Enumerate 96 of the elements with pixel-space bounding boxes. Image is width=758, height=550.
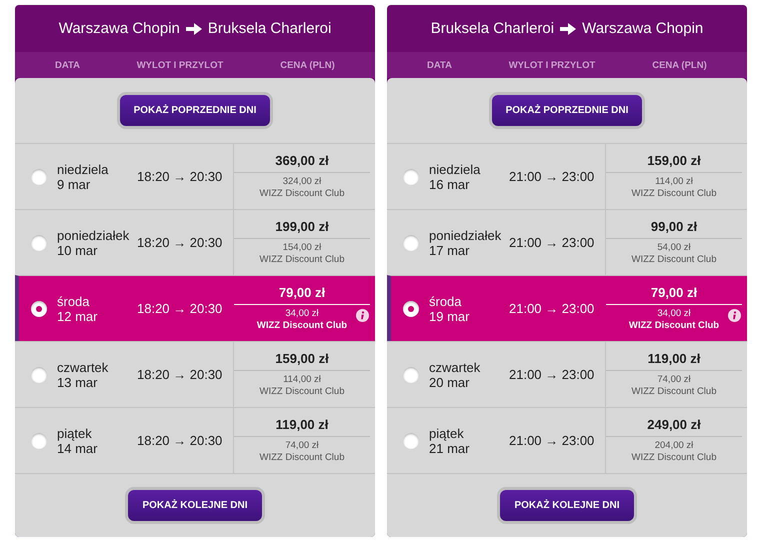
weekday: niedziela xyxy=(57,162,110,176)
price: 159,00 zł xyxy=(234,351,370,371)
radio-button[interactable] xyxy=(31,234,47,250)
flight-row[interactable]: piątek 14 mar 18:20 → 20:30 119,00 zł 74,00 zł WIZZ Discount Club xyxy=(15,407,375,473)
radio-button[interactable] xyxy=(403,366,419,382)
date: 13 mar xyxy=(57,374,98,390)
flight-row[interactable]: niedziela 16 mar 21:00 → 23:00 159,00 zł 114,00 zł WIZZ Discount Club xyxy=(387,143,747,209)
destination-city: Bruksela Charleroi xyxy=(208,20,332,38)
weekday: środa xyxy=(57,294,91,308)
club-price: 54,00 zł xyxy=(657,242,691,254)
club-label: WIZZ Discount Club xyxy=(260,254,344,266)
origin-city: Warszawa Chopin xyxy=(58,20,180,38)
weekday: poniedziałek xyxy=(429,228,502,242)
column-header: CENA (PLN) xyxy=(651,60,708,71)
club-label: WIZZ Discount Club xyxy=(260,386,344,398)
next-days-button[interactable]: POKAŻ KOLEJNE DNI xyxy=(128,490,262,521)
destination-city: Warszawa Chopin xyxy=(582,20,704,38)
radio-button[interactable] xyxy=(31,432,47,448)
club-price: 34,00 zł xyxy=(285,308,319,320)
radio-button[interactable] xyxy=(31,300,47,316)
flight-times: 18:20 → 20:30 xyxy=(137,169,224,184)
price: 119,00 zł xyxy=(234,417,370,437)
info-icon[interactable] xyxy=(728,309,741,322)
flight-row[interactable]: piątek 21 mar 21:00 → 23:00 249,00 zł 204,00 zł WIZZ Discount Club xyxy=(387,407,747,473)
club-label: WIZZ Discount Club xyxy=(628,320,720,332)
date: 19 mar xyxy=(429,308,470,324)
club-price: 114,00 zł xyxy=(283,374,321,386)
price: 99,00 zł xyxy=(606,219,742,239)
club-price: 74,00 zł xyxy=(657,374,691,386)
club-price: 324,00 zł xyxy=(282,176,322,188)
price: 369,00 zł xyxy=(234,153,370,173)
date: 21 mar xyxy=(429,440,470,456)
price: 199,00 zł xyxy=(234,219,370,239)
flight-times: 18:20 → 20:30 xyxy=(137,367,224,382)
radio-button[interactable] xyxy=(31,366,47,382)
flight-times: 18:20 → 20:30 xyxy=(137,301,224,316)
weekday: piątek xyxy=(57,426,93,440)
club-price: 154,00 zł xyxy=(282,242,322,254)
flight-times: 21:00 → 23:00 xyxy=(509,169,596,184)
club-label: WIZZ Discount Club xyxy=(260,452,344,464)
price: 79,00 zł xyxy=(234,285,370,305)
info-icon[interactable] xyxy=(356,309,369,322)
club-label: WIZZ Discount Club xyxy=(632,386,716,398)
column-header: DATA xyxy=(54,60,81,71)
price: 119,00 zł xyxy=(606,351,742,371)
date: 14 mar xyxy=(57,440,98,456)
date: 20 mar xyxy=(429,374,470,390)
weekday: czwartek xyxy=(429,360,482,374)
weekday: czwartek xyxy=(57,360,110,374)
club-label: WIZZ Discount Club xyxy=(632,254,716,266)
price: 79,00 zł xyxy=(606,285,742,305)
flight-times: 21:00 → 23:00 xyxy=(509,433,596,448)
weekday: środa xyxy=(429,294,463,308)
radio-button[interactable] xyxy=(403,432,419,448)
date: 9 mar xyxy=(57,176,92,192)
date: 17 mar xyxy=(429,242,470,258)
club-label: WIZZ Discount Club xyxy=(632,188,716,200)
column-header: CENA (PLN) xyxy=(279,60,336,71)
club-price: 34,00 zł xyxy=(657,308,691,320)
column-header: WYLOT I PRZYLOT xyxy=(508,60,596,71)
club-label: WIZZ Discount Club xyxy=(260,188,344,200)
previous-days-button[interactable]: POKAŻ POPRZEDNIE DNI xyxy=(120,95,270,126)
flight-times: 21:00 → 23:00 xyxy=(509,301,596,316)
club-label: WIZZ Discount Club xyxy=(632,452,716,464)
next-days-button[interactable]: POKAŻ KOLEJNE DNI xyxy=(500,490,634,521)
weekday: niedziela xyxy=(429,162,482,176)
flight-row[interactable]: czwartek 13 mar 18:20 → 20:30 159,00 zł 114,00 zł WIZZ Discount Club xyxy=(15,341,375,407)
origin-city: Bruksela Charleroi xyxy=(430,20,554,38)
radio-button[interactable] xyxy=(403,234,419,250)
radio-button[interactable] xyxy=(403,168,419,184)
weekday: poniedziałek xyxy=(57,228,130,242)
flight-times: 21:00 → 23:00 xyxy=(509,235,596,250)
previous-days-button[interactable]: POKAŻ POPRZEDNIE DNI xyxy=(492,95,642,126)
date: 10 mar xyxy=(57,242,98,258)
price: 249,00 zł xyxy=(606,417,742,437)
radio-button[interactable] xyxy=(403,300,419,316)
column-header: DATA xyxy=(426,60,453,71)
flight-row[interactable]: środa 19 mar 21:00 → 23:00 79,00 zł 34,00 zł WIZZ Discount Club xyxy=(387,275,747,341)
column-header: WYLOT I PRZYLOT xyxy=(136,60,224,71)
date: 12 mar xyxy=(57,308,98,324)
weekday: piątek xyxy=(429,426,465,440)
club-price: 204,00 zł xyxy=(654,440,694,452)
price: 159,00 zł xyxy=(606,153,742,173)
club-label: WIZZ Discount Club xyxy=(256,320,348,332)
flight-times: 21:00 → 23:00 xyxy=(509,367,596,382)
arrow-icon xyxy=(560,22,576,35)
club-price: 74,00 zł xyxy=(285,440,319,452)
club-price: 114,00 zł xyxy=(655,176,693,188)
flight-times: 18:20 → 20:30 xyxy=(137,235,224,250)
flight-row[interactable]: środa 12 mar 18:20 → 20:30 79,00 zł 34,00 zł WIZZ Discount Club xyxy=(15,275,375,341)
flight-times: 18:20 → 20:30 xyxy=(137,433,224,448)
arrow-icon xyxy=(186,22,202,35)
flight-row[interactable]: niedziela 9 mar 18:20 → 20:30 369,00 zł 324,00 zł WIZZ Discount Club xyxy=(15,143,375,209)
flight-row[interactable]: czwartek 20 mar 21:00 → 23:00 119,00 zł 74,00 zł WIZZ Discount Club xyxy=(387,341,747,407)
radio-button[interactable] xyxy=(31,168,47,184)
date: 16 mar xyxy=(429,176,470,192)
